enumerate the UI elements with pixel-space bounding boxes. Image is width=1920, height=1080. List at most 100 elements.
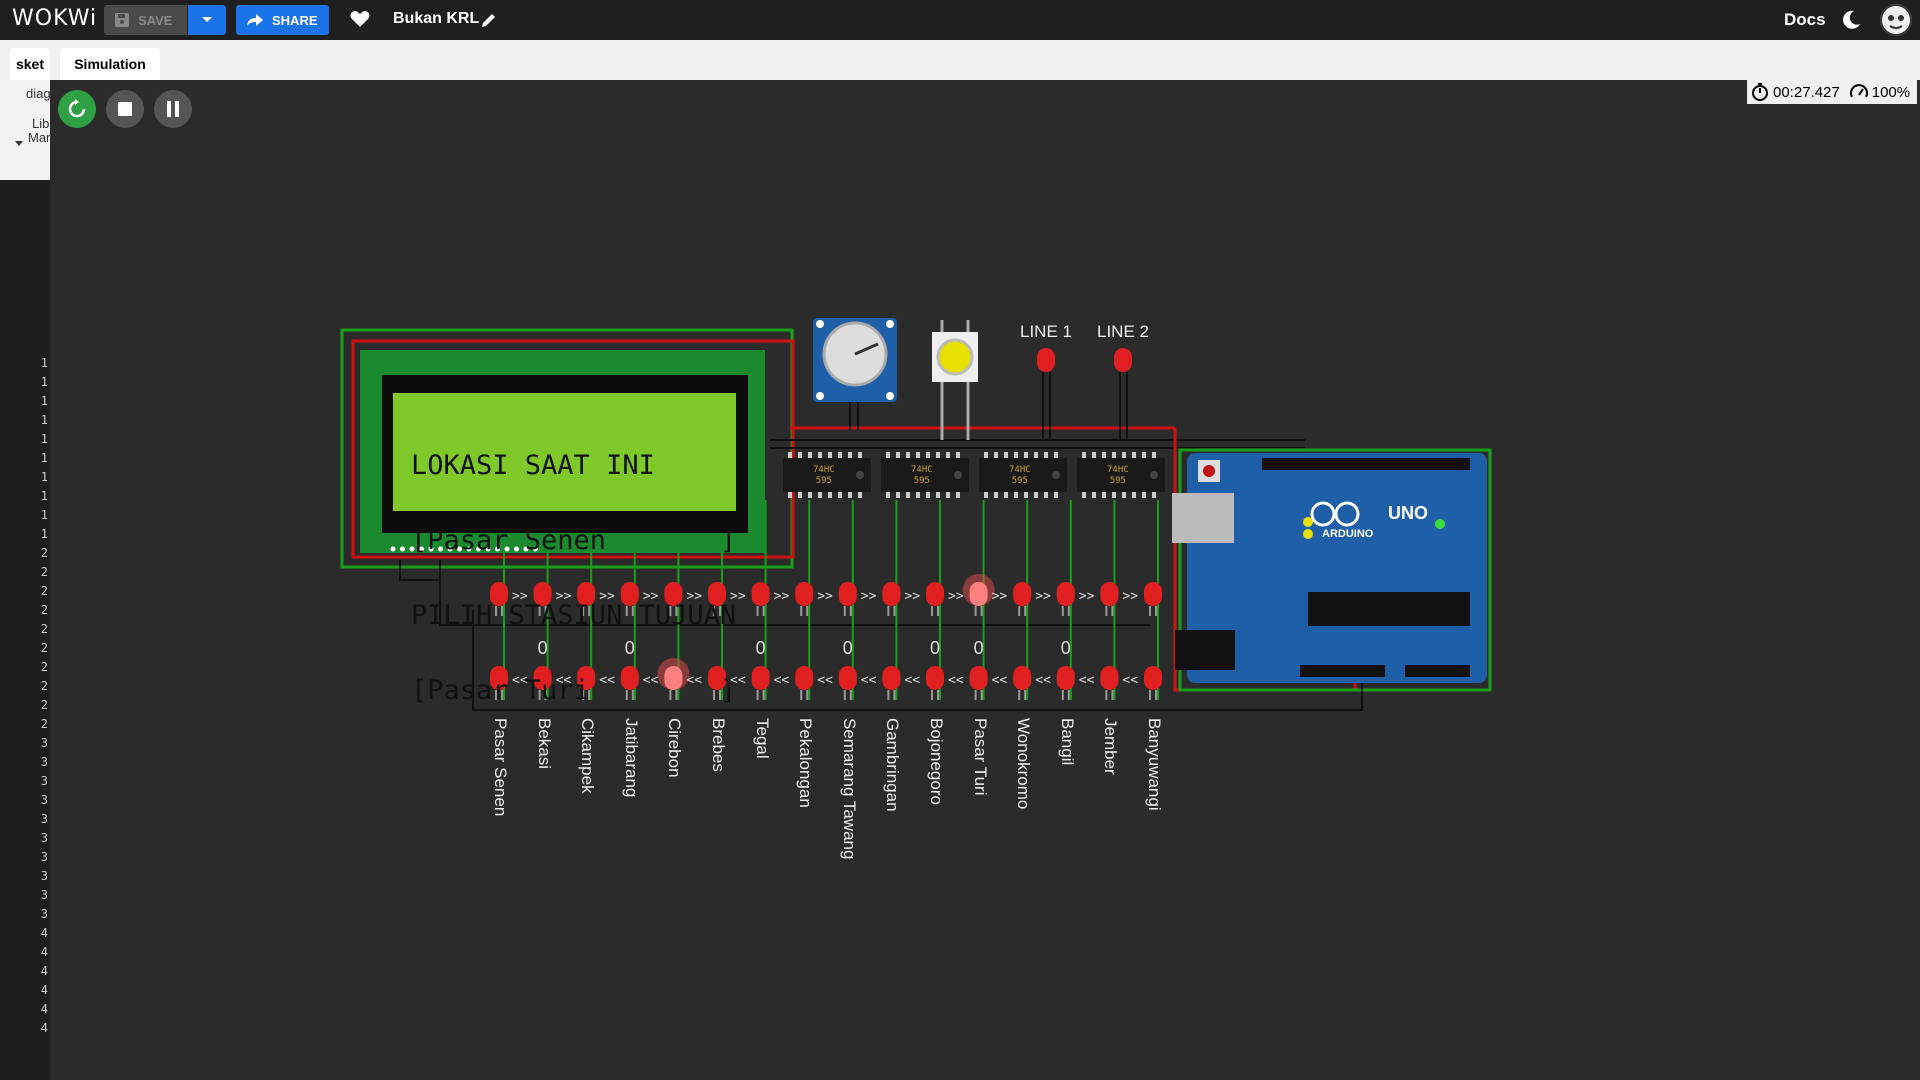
station-label: Gambringan (883, 718, 903, 812)
share-label: SHARE (272, 12, 318, 28)
restart-simulation-button[interactable] (58, 90, 96, 128)
line-number: 2 (40, 565, 48, 579)
file-diagram[interactable]: diag (26, 86, 51, 101)
heart-icon[interactable] (349, 8, 371, 30)
line-number: 4 (40, 1002, 48, 1016)
chevron-down-icon[interactable] (14, 140, 24, 148)
save-label: SAVE (138, 12, 173, 28)
zero-marker: 0 (755, 638, 766, 658)
stopwatch-icon (1752, 83, 1768, 101)
save-icon (115, 13, 129, 27)
save-dropdown-button[interactable] (188, 5, 226, 35)
potentiometer (813, 318, 897, 402)
stop-icon (118, 102, 132, 116)
station-label: Tegal (752, 718, 772, 759)
line-number: 4 (40, 983, 48, 997)
dark-mode-icon[interactable] (1840, 9, 1862, 31)
direction-arrow: << (948, 673, 964, 688)
line-2-led (1114, 348, 1132, 440)
led-top-15 (1144, 582, 1162, 616)
line-number: 1 (40, 489, 48, 503)
line-2-label: LINE 2 (1097, 322, 1149, 341)
share-button[interactable]: SHARE (236, 5, 329, 35)
line-number: 2 (40, 698, 48, 712)
line-number: 1 (40, 375, 48, 389)
line-number: 3 (40, 812, 48, 826)
pause-simulation-button[interactable] (154, 90, 192, 128)
simulation-timer: 00:27.427 100% (1747, 80, 1917, 104)
station-label: Bangil (1057, 718, 1077, 766)
direction-arrow: >> (1079, 589, 1095, 604)
direction-arrow: >> (904, 589, 920, 604)
lcd-line-3: PILIH STASIUN TUJUAN (411, 600, 737, 631)
line-number: 3 (40, 831, 48, 845)
direction-arrow: >> (817, 589, 833, 604)
wokwi-logo[interactable]: WOKWi (12, 6, 97, 31)
pause-icon (167, 101, 179, 117)
docs-link[interactable]: Docs (1784, 10, 1826, 30)
line-number: 2 (40, 679, 48, 693)
stop-simulation-button[interactable] (106, 90, 144, 128)
station-label: Bojonegoro (927, 718, 946, 805)
direction-arrow: << (861, 673, 877, 688)
station-label: Pekalongan (796, 718, 816, 808)
line-number: 1 (40, 432, 48, 446)
line-number: 4 (40, 926, 48, 940)
led-bottom-13 (1056, 666, 1075, 700)
user-avatar[interactable] (1880, 4, 1912, 36)
restart-icon (68, 99, 86, 118)
led-bottom-15 (1144, 666, 1162, 700)
station-label: Jatibarang (621, 718, 641, 798)
direction-arrow: << (774, 673, 790, 688)
station-label: Banyuwangi (1145, 718, 1164, 811)
line-number: 4 (40, 945, 48, 959)
line-1-label: LINE 1 (1020, 322, 1072, 341)
save-button[interactable]: SAVE (104, 5, 187, 35)
timer-value: 00:27.427 (1773, 83, 1840, 101)
line-number: 1 (40, 508, 48, 522)
line-number: 1 (40, 470, 48, 484)
arduino-uno (1187, 453, 1487, 683)
led-top-13 (1056, 582, 1075, 616)
circuit-canvas: >> >> >> >> >> >> >> >> >> >> >> >> >> >> >> << << << << <… (340, 318, 1492, 711)
led-bottom-14 (1100, 666, 1119, 700)
zero-marker: 0 (930, 638, 941, 658)
led-top-7 (795, 582, 814, 616)
direction-arrow: >> (861, 589, 877, 604)
line-number: 1 (40, 413, 48, 427)
project-name[interactable]: Bukan KRL (393, 10, 479, 28)
led-bottom-8 (838, 666, 857, 700)
led-bottom-11 (969, 666, 988, 700)
direction-arrow: << (1079, 673, 1095, 688)
line-number: 1 (40, 394, 48, 408)
file-manager[interactable]: Man (28, 130, 53, 145)
arduino-brand-label: ARDUINO (1322, 528, 1374, 540)
lcd-line-4: [Pasar Turi ] (411, 675, 737, 706)
line-number: 3 (40, 793, 48, 807)
file-library[interactable]: Lib (32, 116, 49, 131)
line-number: 1 (40, 451, 48, 465)
tab-simulation[interactable]: Simulation (60, 48, 160, 80)
led-bottom-10 (926, 666, 944, 700)
led-top-6 (751, 582, 770, 616)
pushbutton (932, 332, 978, 382)
led-top-9 (882, 582, 901, 616)
direction-arrow: >> (992, 589, 1008, 604)
shift-register-label: 74HC 595 (1107, 465, 1129, 486)
shift-register-label: 74HC 595 (1009, 465, 1031, 486)
line-number: 3 (40, 755, 48, 769)
zero-marker: 0 (537, 638, 548, 658)
station-label: Brebes (709, 718, 728, 772)
line-number: 2 (40, 584, 48, 598)
arduino-model-label: UNO (1388, 503, 1428, 523)
shift-register-label: 74HC 595 (911, 465, 933, 486)
tab-sketch[interactable]: sket (10, 48, 50, 80)
chevron-down-icon (202, 17, 212, 22)
direction-arrow: << (904, 673, 920, 688)
led-top-14 (1100, 582, 1119, 616)
line-number: 2 (40, 603, 48, 617)
line-number: 3 (40, 888, 48, 902)
line-number: 4 (40, 964, 48, 978)
line-number: 3 (40, 907, 48, 921)
edit-name-icon[interactable] (480, 11, 498, 29)
